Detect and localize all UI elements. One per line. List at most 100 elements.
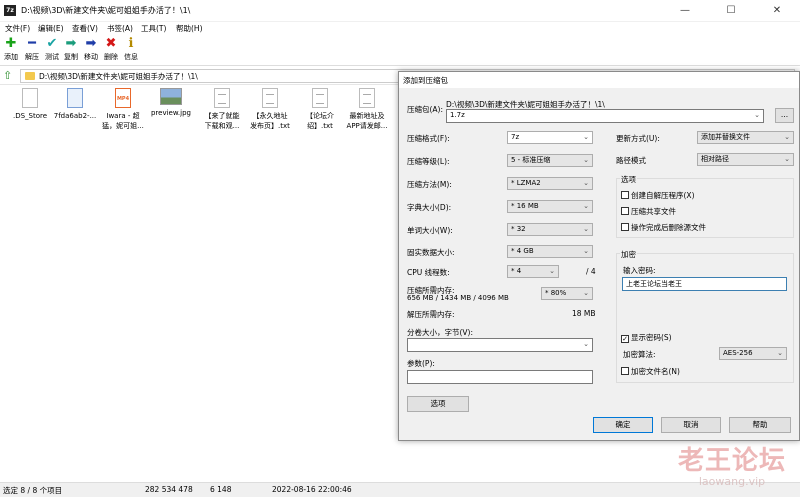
delete-after-checkbox[interactable]: 操作完成后删除源文件 — [621, 222, 706, 233]
chevron-down-icon: ⌄ — [784, 155, 790, 163]
password-input[interactable]: 上老王论坛当老王 — [622, 277, 787, 291]
cancel-button[interactable]: 取消 — [661, 417, 721, 433]
file-item[interactable]: 最新地址及 APP请发邮... — [337, 88, 397, 131]
chevron-down-icon: ⌄ — [777, 349, 783, 357]
menu-help[interactable]: 帮助(H) — [176, 22, 203, 36]
close-window-button[interactable]: ✕ — [754, 0, 800, 22]
chevron-down-icon: ⌄ — [583, 156, 589, 164]
minus-icon: ━ — [28, 36, 36, 51]
checkbox-box — [621, 367, 629, 375]
status-size: 282 534 478 — [145, 485, 193, 494]
solid-value: * 4 GB — [511, 247, 534, 255]
options-button[interactable]: 选项 — [407, 396, 469, 412]
show-password-label: 显示密码(S) — [631, 333, 672, 342]
app-7zip-icon: 7z — [4, 5, 16, 16]
menu-tools[interactable]: 工具(T) — [141, 22, 166, 36]
menu-edit[interactable]: 编辑(E) — [38, 22, 64, 36]
up-folder-icon[interactable]: ⇧ — [3, 70, 15, 82]
update-select[interactable]: 添加并替换文件 ⌄ — [697, 131, 794, 144]
dict-label: 字典大小(D): — [407, 203, 452, 212]
solid-select[interactable]: * 4 GB ⌄ — [507, 245, 593, 258]
watermark-url: laowang.vip — [698, 475, 766, 488]
copy-arrow-icon: ➡ — [65, 36, 77, 51]
mem-percent-value: * 80% — [545, 289, 567, 297]
encrypt-names-checkbox[interactable]: 加密文件名(N) — [621, 366, 680, 377]
move-arrow-icon: ➡ — [85, 36, 97, 51]
options-group-title: 选项 — [620, 174, 637, 185]
status-selection: 选定 8 / 8 个项目 — [3, 486, 63, 495]
watermark: 老王论坛 laowang.vip — [662, 446, 800, 488]
menu-file[interactable]: 文件(F) — [5, 22, 30, 36]
chevron-down-icon: ⌄ — [583, 247, 589, 255]
image-file-icon — [67, 88, 83, 108]
enc-method-select[interactable]: AES-256 ⌄ — [719, 347, 787, 360]
level-select[interactable]: 5 - 标准压缩 ⌄ — [507, 154, 593, 167]
help-button[interactable]: 帮助 — [729, 417, 791, 433]
chevron-down-icon: ⌄ — [583, 289, 589, 297]
mem-percent-select[interactable]: * 80% ⌄ — [541, 287, 593, 300]
password-label: 输入密码: — [623, 266, 656, 275]
chevron-down-icon: ⌄ — [549, 267, 555, 275]
ok-button[interactable]: 确定 — [593, 417, 653, 433]
dict-value: * 16 MB — [511, 202, 539, 210]
word-select[interactable]: * 32 ⌄ — [507, 223, 593, 236]
file-list: .DS_Store 7fda6ab2-... MP4 Iwara - 超猛，妮可姐..… — [0, 86, 400, 476]
checkbox-box — [621, 207, 629, 215]
chevron-down-icon: ⌄ — [583, 133, 589, 141]
enc-method-value: AES-256 — [723, 349, 753, 357]
watermark-text: 老王论坛 — [677, 446, 786, 476]
method-select[interactable]: * LZMA2 ⌄ — [507, 177, 593, 190]
delete-icon: ✖ — [105, 36, 117, 51]
pathmode-label: 路径模式 — [616, 156, 646, 165]
mem-decomp-value: 18 MB — [572, 309, 596, 318]
split-size-combo[interactable]: ⌄ — [407, 338, 593, 352]
pathmode-select[interactable]: 相对路径 ⌄ — [697, 153, 794, 166]
chevron-down-icon: ⌄ — [583, 340, 589, 348]
video-file-icon: MP4 — [115, 88, 131, 108]
toolbar-label: 信息 — [124, 53, 138, 61]
file-name-line1: 最新地址及 — [349, 112, 385, 120]
mem-decomp-label: 解压所需内存: — [407, 310, 455, 319]
show-password-checkbox[interactable]: ✓ 显示密码(S) — [621, 332, 672, 343]
chevron-down-icon: ⌄ — [583, 202, 589, 210]
sfx-label: 创建自解压程序(X) — [631, 191, 695, 200]
encrypt-names-label: 加密文件名(N) — [631, 367, 680, 376]
toolbar-button-info[interactable]: ℹ 信息 — [121, 36, 141, 66]
mem-comp-value: 656 MB / 1434 MB / 4096 MB — [407, 294, 509, 302]
archive-name-combo[interactable]: 1.7z ⌄ — [446, 109, 764, 123]
method-label: 压缩方法(M): — [407, 180, 452, 189]
enc-method-label: 加密算法: — [623, 350, 656, 359]
browse-button[interactable]: ... — [775, 108, 794, 123]
menu-view[interactable]: 查看(V) — [72, 22, 98, 36]
dict-select[interactable]: * 16 MB ⌄ — [507, 200, 593, 213]
archive-name-value: 1.7z — [450, 111, 465, 119]
minimize-button[interactable]: — — [662, 0, 708, 22]
format-value: 7z — [511, 133, 520, 141]
format-select[interactable]: 7z ⌄ — [507, 131, 593, 144]
chevron-down-icon: ⌄ — [784, 133, 790, 141]
file-name-line2: 猛，妮可姐... — [102, 122, 144, 130]
window-title: D:\视频\3D\新建文件夹\妮可姐姐手办活了！\1\ — [21, 6, 191, 15]
shared-checkbox[interactable]: 压缩共享文件 — [621, 206, 676, 217]
file-name-line2: APP请发邮... — [346, 122, 388, 130]
checkbox-box: ✓ — [621, 335, 629, 343]
shared-label: 压缩共享文件 — [631, 207, 676, 216]
threads-select[interactable]: * 4 ⌄ — [507, 265, 559, 278]
info-icon: ℹ — [128, 36, 134, 51]
chevron-down-icon: ⌄ — [583, 179, 589, 187]
archive-label: 压缩包(A): — [407, 105, 444, 114]
update-label: 更新方式(U): — [616, 134, 660, 143]
sfx-checkbox[interactable]: 创建自解压程序(X) — [621, 190, 695, 201]
checkbox-box — [621, 223, 629, 231]
menu-bookmarks[interactable]: 书签(A) — [107, 22, 133, 36]
format-label: 压缩格式(F): — [407, 134, 450, 143]
params-input[interactable] — [407, 370, 593, 384]
menu-bar: 文件(F) 编辑(E) 查看(V) 书签(A) 工具(T) 帮助(H) — [0, 22, 800, 36]
dialog-title: 添加到压缩包 — [403, 76, 448, 85]
threads-total: / 4 — [586, 267, 596, 276]
dialog-title-bar: 添加到压缩包 — [399, 72, 799, 88]
threads-value: * 4 — [511, 267, 522, 275]
maximize-button[interactable]: ☐ — [708, 0, 754, 22]
word-label: 单词大小(W): — [407, 226, 453, 235]
split-label: 分卷大小，字节(V): — [407, 328, 474, 337]
